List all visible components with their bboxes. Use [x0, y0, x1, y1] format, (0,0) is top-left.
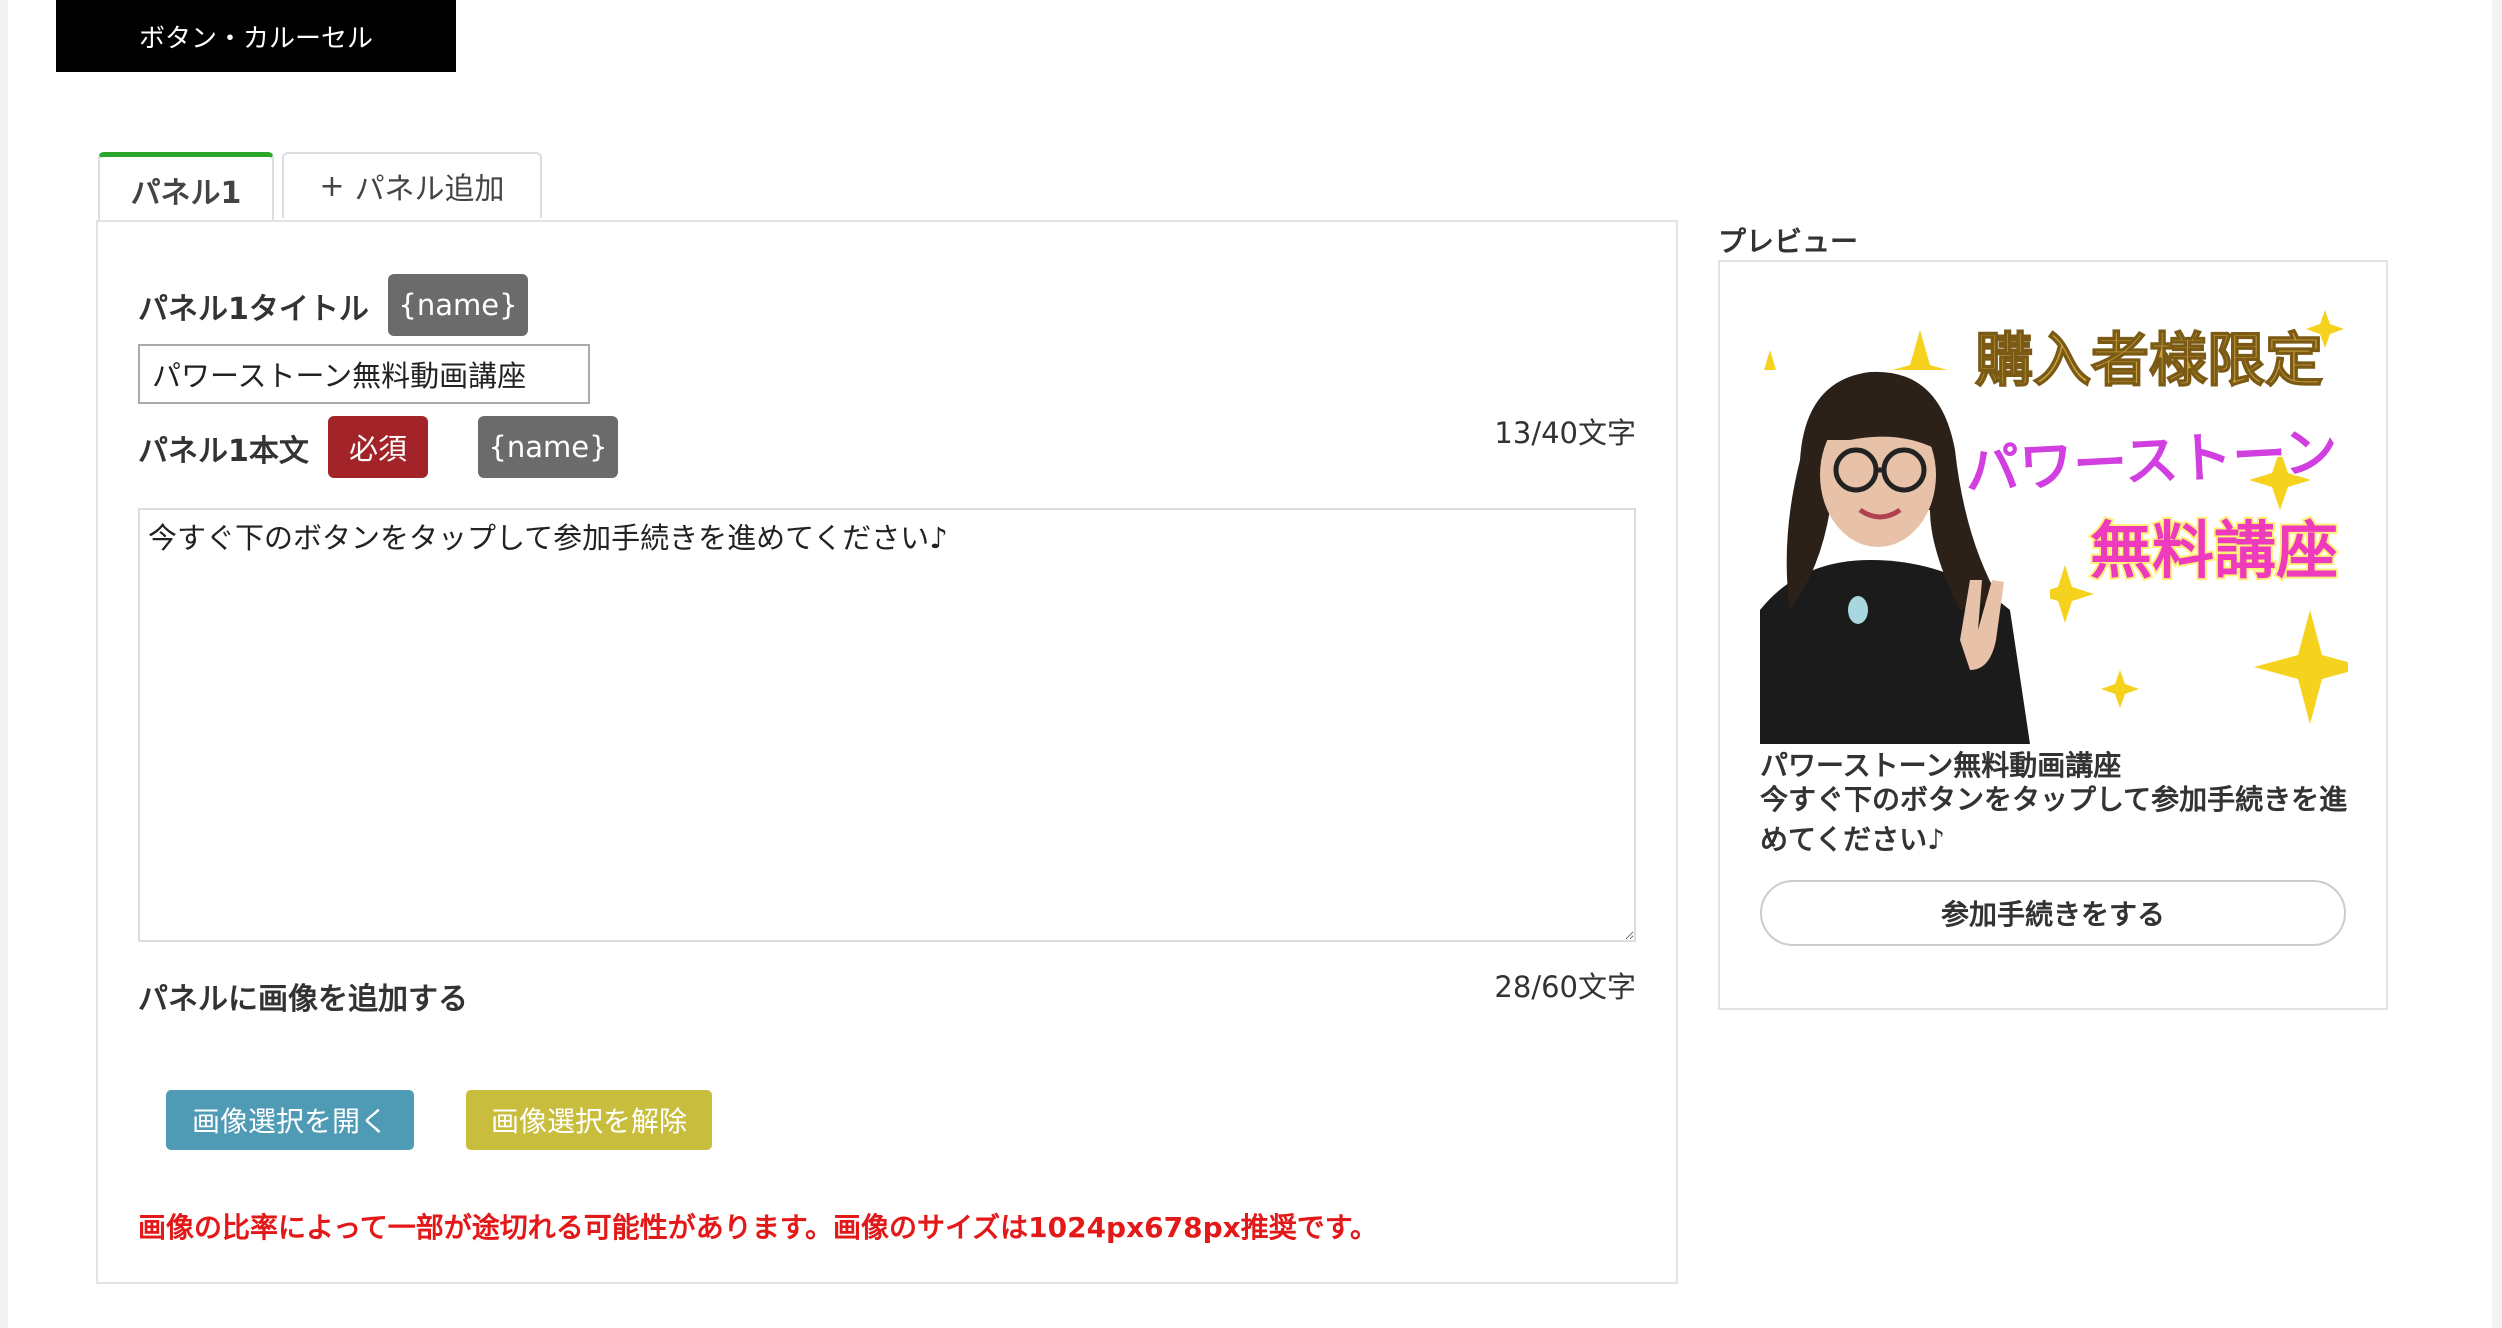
section-header: ボタン・カルーセル [56, 0, 456, 72]
open-image-select-button[interactable]: 画像選択を開く [166, 1090, 414, 1150]
preview-label: プレビュー [1718, 225, 1859, 258]
banner-graphic: 購入者様限定 パワーストーン 無料講座 [1760, 310, 2348, 744]
panel-editor: パネル1タイトル {name} 13/40文字 パネル1本文 必須 {name}… [96, 220, 1678, 1284]
page: ボタン・カルーセル パネル1 + パネル追加 パネル1タイトル {name} 1… [8, 0, 2492, 1328]
panel-body-label: パネル1本文 [138, 434, 309, 469]
banner-line-1: 購入者様限定 [1975, 326, 2323, 394]
title-name-tag-button[interactable]: {name} [388, 274, 528, 336]
panel-title-label: パネル1タイトル [138, 292, 369, 327]
panel-title-input[interactable] [138, 344, 590, 404]
preview-body: 今すぐ下のボタンをタップして参加手続きを進めてください♪ [1760, 783, 2348, 856]
person-photo [1760, 370, 2050, 744]
panel-body-textarea[interactable]: 今すぐ下のボタンをタップして参加手続きを進めてください♪ [138, 508, 1636, 942]
preview-banner-image: 購入者様限定 パワーストーン 無料講座 [1760, 310, 2348, 744]
preview-card: 購入者様限定 パワーストーン 無料講座 パワーストーン無料動画講座 今すぐ下のボ… [1718, 260, 2388, 1010]
required-badge: 必須 [328, 416, 428, 478]
add-panel-tab[interactable]: + パネル追加 [282, 152, 542, 218]
banner-line-3: 無料講座 [2090, 514, 2338, 587]
plus-icon: + [319, 168, 345, 204]
preview-action-button[interactable]: 参加手続きをする [1760, 880, 2346, 946]
body-name-tag-button[interactable]: {name} [478, 416, 618, 478]
body-char-counter: 28/60文字 [1494, 970, 1636, 1004]
title-char-counter: 13/40文字 [1494, 416, 1636, 450]
add-image-label: パネルに画像を追加する [138, 982, 468, 1017]
add-panel-label: パネル追加 [354, 172, 505, 207]
clear-image-select-button[interactable]: 画像選択を解除 [466, 1090, 712, 1150]
tab-panel-1[interactable]: パネル1 [98, 152, 274, 222]
preview-title: パワーストーン無料動画講座 [1760, 749, 2122, 782]
image-ratio-warning: 画像の比率によって一部が途切れる可能性があります。画像のサイズは1024px67… [138, 1211, 1378, 1244]
